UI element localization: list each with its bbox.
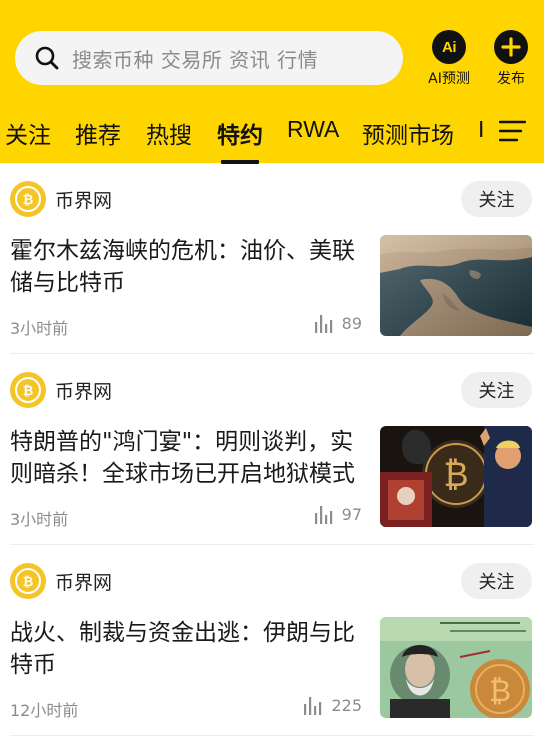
view-number: 97 [341, 504, 362, 524]
tab-hot-search[interactable]: 热搜 [146, 116, 192, 150]
avatar[interactable]: ₿ [10, 181, 46, 217]
view-count: 97 [314, 504, 362, 524]
source-row: ₿ 币界网 [10, 372, 112, 408]
source-row: ₿ 币界网 [10, 563, 112, 599]
source-name[interactable]: 币界网 [55, 377, 112, 404]
view-number: 89 [341, 313, 362, 333]
view-count: 225 [303, 695, 362, 715]
follow-button[interactable]: 关注 [461, 563, 532, 599]
publish-button[interactable]: 发布 [484, 30, 538, 88]
iran-banknote-bitcoin-image[interactable]: ₿ [380, 617, 532, 718]
svg-text:₿: ₿ [489, 674, 511, 709]
article-card[interactable]: ₿ 币界网 关注 战火、制裁与资金出逃：伊朗与比特币 12小时前 225 ₿ [0, 545, 544, 736]
article-time: 3小时前 [10, 510, 69, 529]
tab-rwa[interactable]: RWA [287, 116, 339, 143]
top-header: 搜索币种 交易所 资讯 行情 Ai AI预测 发布 关注 推荐 热搜 特约 RW… [0, 0, 544, 164]
svg-text:₿: ₿ [443, 455, 468, 495]
follow-button[interactable]: 关注 [461, 372, 532, 408]
tab-overflow[interactable]: I [478, 116, 484, 143]
stats-bars-icon [314, 506, 332, 524]
satellite-map-strait-image[interactable] [380, 235, 532, 336]
search-bar[interactable]: 搜索币种 交易所 资讯 行情 [15, 31, 403, 85]
tab-special[interactable]: 特约 [217, 116, 263, 150]
stats-bars-icon [314, 315, 332, 333]
stats-bars-icon [304, 697, 322, 715]
article-title[interactable]: 战火、制裁与资金出逃：伊朗与比特币 [10, 617, 362, 681]
politics-bitcoin-collage-image[interactable]: ₿ [380, 426, 532, 527]
article-card[interactable]: ₿ 币界网 关注 特朗普的"鸿门宴"：明则谈判，实则暗杀！全球市场已开启地狱模式… [0, 354, 544, 545]
ai-predict-label: AI预测 [428, 71, 470, 87]
avatar[interactable]: ₿ [10, 372, 46, 408]
tab-recommend[interactable]: 推荐 [75, 116, 121, 150]
article-time: 12小时前 [10, 701, 79, 720]
source-name[interactable]: 币界网 [55, 186, 112, 213]
follow-button[interactable]: 关注 [461, 181, 532, 217]
search-icon [35, 46, 59, 70]
tab-follow[interactable]: 关注 [5, 116, 51, 150]
view-number: 225 [331, 695, 362, 715]
article-card[interactable]: ₿ 币界网 关注 霍尔木兹海峡的危机：油价、美联储与比特币 3小时前 89 [0, 163, 544, 354]
card-divider [10, 735, 534, 736]
bitcoin-logo-icon: ₿ [15, 186, 41, 212]
article-title[interactable]: 特朗普的"鸿门宴"：明则谈判，实则暗杀！全球市场已开启地狱模式 [10, 426, 362, 490]
plus-icon [494, 30, 528, 64]
search-placeholder: 搜索币种 交易所 资讯 行情 [72, 47, 319, 72]
ai-predict-button[interactable]: Ai AI预测 [422, 30, 476, 88]
view-count: 89 [314, 313, 362, 333]
tab-prediction-market[interactable]: 预测市场 [362, 116, 454, 150]
bitcoin-logo-icon: ₿ [15, 568, 41, 594]
menu-icon[interactable] [499, 120, 526, 142]
article-time: 3小时前 [10, 319, 69, 338]
avatar[interactable]: ₿ [10, 563, 46, 599]
source-name[interactable]: 币界网 [55, 568, 112, 595]
category-tabs: 关注 推荐 热搜 特约 RWA 预测市场 I [0, 107, 544, 164]
article-title[interactable]: 霍尔木兹海峡的危机：油价、美联储与比特币 [10, 235, 362, 299]
publish-label: 发布 [497, 71, 525, 87]
ai-icon: Ai [432, 30, 466, 64]
bitcoin-logo-icon: ₿ [15, 377, 41, 403]
source-row: ₿ 币界网 [10, 181, 112, 217]
